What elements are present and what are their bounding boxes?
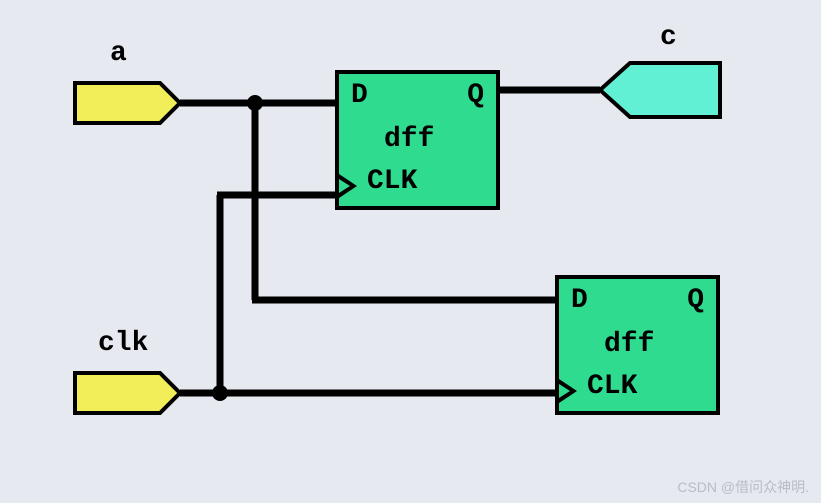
port-clk-label: clk xyxy=(98,328,148,359)
dff-1: D Q dff CLK xyxy=(335,70,500,210)
dff1-name-label: dff xyxy=(384,124,434,155)
dff2-name-label: dff xyxy=(604,329,654,360)
dff1-q-label: Q xyxy=(467,80,484,111)
dff2-clk-triangle-icon xyxy=(559,379,577,403)
port-c-shape xyxy=(600,63,720,117)
port-c-label: c xyxy=(660,22,677,53)
dff2-q-label: Q xyxy=(687,285,704,316)
dff1-clk-label: CLK xyxy=(367,166,417,197)
port-a-label: a xyxy=(110,38,127,69)
dff2-d-label: D xyxy=(571,285,588,316)
dff-2: D Q dff CLK xyxy=(555,275,720,415)
dff2-clk-label: CLK xyxy=(587,371,637,402)
dff1-d-label: D xyxy=(351,80,368,111)
port-a-shape xyxy=(75,83,180,123)
port-clk-shape xyxy=(75,373,180,413)
dff1-clk-triangle-icon xyxy=(339,174,357,198)
watermark-text: CSDN @借问众神明. xyxy=(677,477,809,497)
